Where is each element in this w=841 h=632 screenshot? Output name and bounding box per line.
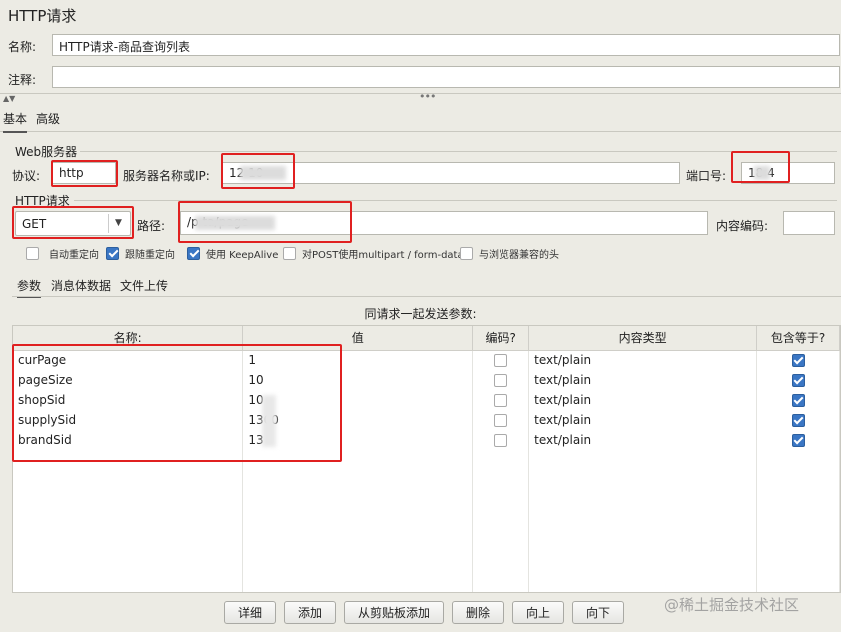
include-equals-checkbox[interactable] bbox=[791, 434, 805, 447]
highlight-box bbox=[12, 344, 342, 462]
param-content-type[interactable]: text/plain bbox=[528, 370, 758, 390]
encode-checkbox[interactable] bbox=[494, 394, 508, 407]
protocol-label: 协议: bbox=[12, 169, 41, 183]
include-equals-checkbox[interactable] bbox=[791, 394, 805, 407]
param-content-type[interactable]: text/plain bbox=[528, 430, 758, 450]
encode-checkbox[interactable] bbox=[494, 374, 508, 387]
encoding-label: 内容编码: bbox=[716, 219, 769, 233]
column-header-encode[interactable]: 编码? bbox=[472, 326, 530, 351]
web-server-title: Web服务器 bbox=[15, 145, 78, 159]
tab-body-data[interactable]: 消息体数据 bbox=[51, 277, 111, 294]
name-input[interactable]: HTTP请求-商品查询列表 bbox=[52, 34, 840, 56]
tab-advanced[interactable]: 高级 bbox=[36, 110, 60, 127]
option-keepalive[interactable]: 使用 KeepAlive bbox=[187, 246, 278, 261]
encode-checkbox[interactable] bbox=[494, 414, 508, 427]
column-header-content-type[interactable]: 内容类型 bbox=[528, 326, 758, 351]
option-multipart[interactable]: 对POST使用multipart / form-data bbox=[283, 246, 464, 261]
encode-checkbox[interactable] bbox=[494, 354, 508, 368]
params-caption: 同请求一起发送参数: bbox=[364, 307, 477, 321]
button-bar: 详细 添加 从剪贴板添加 删除 向上 向下 bbox=[224, 601, 624, 624]
tab-parameters[interactable]: 参数 bbox=[17, 277, 42, 298]
collapse-arrows-icon[interactable]: ▲▼ bbox=[3, 94, 15, 103]
comment-input[interactable] bbox=[52, 66, 840, 88]
highlight-box bbox=[51, 160, 118, 187]
name-label: 名称: bbox=[8, 40, 37, 54]
delete-button[interactable]: 删除 bbox=[452, 601, 504, 624]
add-from-clipboard-button[interactable]: 从剪贴板添加 bbox=[344, 601, 444, 624]
tab-bar: 基本 高级 bbox=[0, 106, 841, 133]
checkbox[interactable] bbox=[26, 247, 39, 260]
splitter[interactable]: ▲▼ ••• bbox=[0, 90, 841, 103]
include-equals-checkbox[interactable] bbox=[791, 414, 805, 427]
move-down-button[interactable]: 向下 bbox=[572, 601, 624, 624]
panel-title: HTTP请求 bbox=[8, 7, 77, 25]
option-follow-redirect[interactable]: 跟随重定向 bbox=[106, 246, 175, 261]
tab-basic[interactable]: 基本 bbox=[3, 110, 28, 133]
path-label: 路径: bbox=[137, 219, 166, 233]
highlight-box bbox=[731, 151, 790, 183]
comment-label: 注释: bbox=[8, 73, 37, 87]
watermark: @稀土掘金技术社区 bbox=[664, 596, 800, 614]
column-header-include-equals[interactable]: 包含等于? bbox=[756, 326, 840, 351]
drag-handle-icon[interactable]: ••• bbox=[419, 90, 436, 103]
highlight-box bbox=[178, 201, 352, 243]
highlight-box bbox=[221, 153, 295, 189]
highlight-box bbox=[12, 206, 134, 239]
add-button[interactable]: 添加 bbox=[284, 601, 336, 624]
encoding-input[interactable] bbox=[783, 211, 835, 235]
checkbox[interactable] bbox=[106, 247, 119, 260]
encode-checkbox[interactable] bbox=[494, 434, 508, 447]
divider bbox=[12, 296, 841, 297]
divider bbox=[80, 151, 837, 152]
move-up-button[interactable]: 向上 bbox=[512, 601, 564, 624]
checkbox[interactable] bbox=[283, 247, 296, 260]
param-content-type[interactable]: text/plain bbox=[528, 350, 758, 370]
server-label: 服务器名称或IP: bbox=[123, 169, 210, 183]
option-browser-headers[interactable]: 与浏览器兼容的头 bbox=[460, 246, 559, 261]
tab-file-upload[interactable]: 文件上传 bbox=[120, 277, 168, 294]
param-content-type[interactable]: text/plain bbox=[528, 410, 758, 430]
checkbox[interactable] bbox=[187, 247, 200, 260]
port-label: 端口号: bbox=[686, 169, 727, 183]
option-auto-redirect[interactable]: 自动重定向 bbox=[26, 246, 99, 261]
detail-button[interactable]: 详细 bbox=[224, 601, 276, 624]
include-equals-checkbox[interactable] bbox=[791, 374, 805, 387]
include-equals-checkbox[interactable] bbox=[791, 354, 805, 368]
subtab-bar: 参数 消息体数据 文件上传 bbox=[12, 276, 841, 298]
param-content-type[interactable]: text/plain bbox=[528, 390, 758, 410]
checkbox[interactable] bbox=[460, 247, 473, 260]
